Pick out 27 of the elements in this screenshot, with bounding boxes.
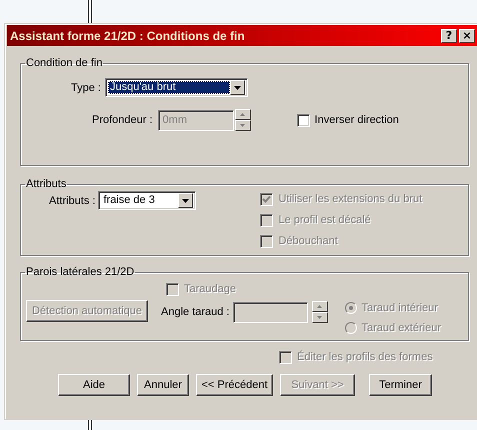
group-title: Parois latérales 21/2D	[25, 266, 136, 278]
window-title: Assistant forme 21/2D : Conditions de fin	[10, 28, 246, 42]
dialog-button[interactable]: Annuler	[137, 374, 189, 396]
checkbox-label: Inverser direction	[314, 114, 399, 126]
radio-label: Taraud intérieur	[362, 302, 438, 314]
checkbox[interactable]	[296, 114, 310, 126]
checkbox-label: Éditer les profils des formes	[297, 351, 433, 363]
field-label: Type :	[71, 82, 101, 94]
field-label: Angle taraud :	[161, 306, 230, 318]
checkbox-label: Le profil est décalé	[278, 214, 371, 226]
dropdown-field[interactable]: fraise de 3	[98, 191, 196, 210]
close-button[interactable]: ×	[459, 28, 475, 42]
dialog-button[interactable]: Terminer	[369, 374, 432, 396]
dialog-button[interactable]: Aide	[58, 374, 130, 396]
help-button[interactable]: ?	[441, 28, 457, 42]
spin-buttons[interactable]	[312, 301, 328, 323]
radio-label: Taraud extérieur	[362, 322, 441, 334]
field-label: Attributs :	[49, 194, 96, 206]
dropdown-field[interactable]: Jusqu'au brut	[104, 78, 248, 97]
dialog-button[interactable]: << Précédent	[196, 374, 273, 396]
spin-buttons[interactable]	[234, 109, 251, 131]
checkbox-label: Taraudage	[184, 283, 236, 295]
checkbox-label: Débouchant	[278, 235, 338, 247]
group-title: Attributs	[25, 178, 68, 190]
field-label: Profondeur :	[92, 114, 153, 126]
checkbox-label: Utiliser les extensions du brut	[278, 193, 422, 205]
group-title: Condition de fin	[25, 57, 104, 69]
